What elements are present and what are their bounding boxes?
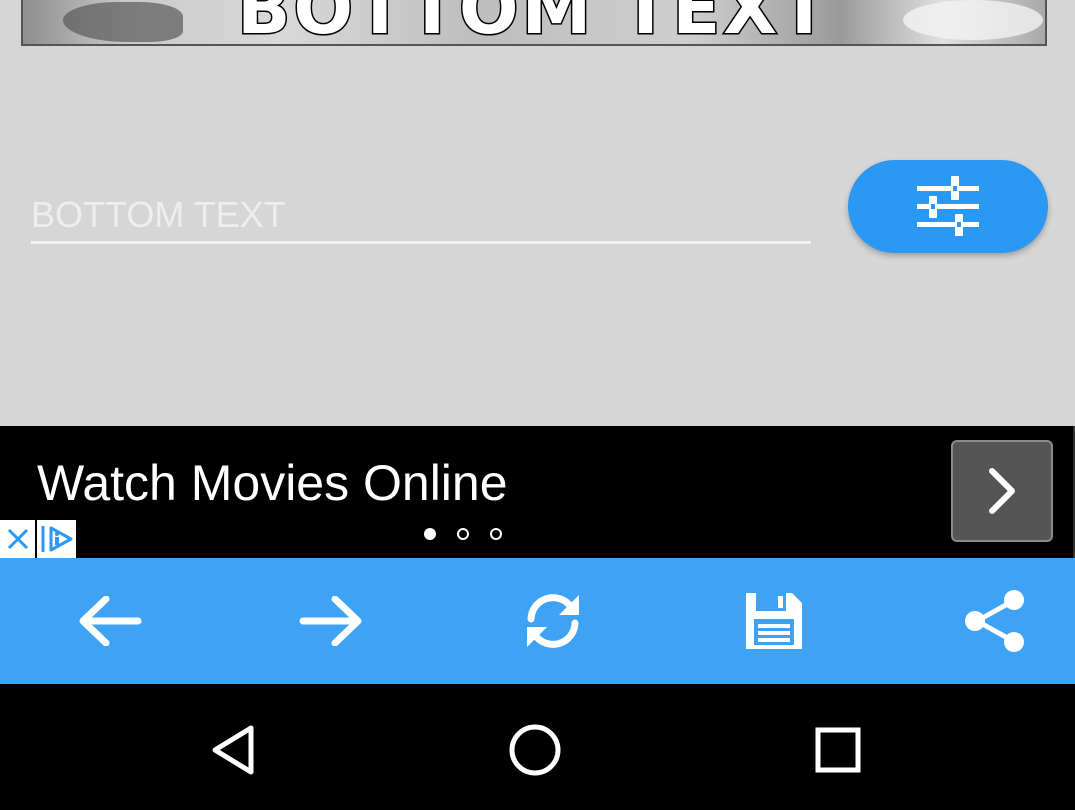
arrow-left-icon [79, 596, 142, 646]
share-icon [965, 590, 1024, 652]
sliders-icon [917, 175, 979, 236]
carousel-dot [490, 528, 502, 540]
arrow-right-icon [299, 596, 362, 646]
triangle-back-icon [212, 725, 254, 775]
close-icon [7, 528, 28, 550]
back-button[interactable] [70, 581, 150, 661]
carousel-dot-active [424, 528, 436, 540]
save-button[interactable] [734, 581, 814, 661]
action-toolbar [0, 558, 1075, 684]
square-recents-icon [815, 727, 861, 773]
bottom-text-input[interactable] [31, 188, 811, 244]
adchoices-icon [41, 526, 72, 552]
ad-title[interactable]: Watch Movies Online [37, 454, 508, 512]
refresh-icon [527, 594, 579, 648]
nav-back-button[interactable] [204, 720, 264, 780]
carousel-dot [457, 528, 469, 540]
ad-carousel-indicator [424, 528, 502, 540]
nav-home-button[interactable] [505, 720, 565, 780]
ad-next-button[interactable] [951, 440, 1053, 542]
refresh-button[interactable] [513, 581, 593, 661]
text-settings-button[interactable] [848, 160, 1048, 253]
meme-image-preview: BOTTOM TEXT [21, 0, 1047, 46]
meme-bottom-caption: BOTTOM TEXT [236, 0, 831, 46]
adchoices-button[interactable] [37, 520, 76, 558]
nav-recents-button[interactable] [808, 720, 868, 780]
system-navigation-bar [0, 684, 1075, 810]
circle-home-icon [509, 724, 561, 776]
share-button[interactable] [955, 581, 1035, 661]
forward-button[interactable] [291, 581, 371, 661]
floppy-disk-icon [746, 593, 802, 649]
ad-close-button[interactable] [0, 520, 35, 558]
ad-banner[interactable]: Watch Movies Online [0, 426, 1075, 558]
chevron-right-icon [989, 468, 1015, 514]
